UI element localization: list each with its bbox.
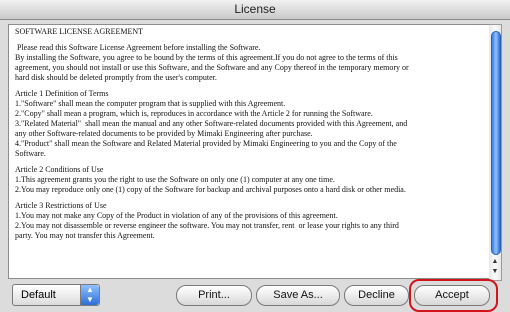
document-line: hard disk should be deleted promptly fro… [15, 73, 217, 82]
document-line: agreement, you should not install or use… [15, 63, 409, 72]
document-line: By installing the Software, you agree to… [15, 53, 398, 62]
decline-button[interactable]: Decline [344, 285, 409, 306]
document-line: any other Software-related documents to … [15, 129, 313, 138]
document-line: Software. [15, 149, 46, 158]
document-line: 3."Related Material" shall mean the manu… [15, 119, 408, 128]
scroll-down-arrow-icon[interactable]: ▼ [489, 267, 501, 277]
document-line: Article 1 Definition of Terms [15, 89, 109, 98]
document-line: SOFTWARE LICENSE AGREEMENT [15, 27, 143, 36]
document-line: 2.You may not disassemble or reverse eng… [15, 221, 399, 230]
accept-highlight-box [409, 279, 498, 312]
language-popup[interactable]: Default ▲ ▼ [12, 284, 100, 306]
vertical-scrollbar[interactable]: ▲ ▼ [489, 24, 502, 281]
document-line: 1.You may not make any Copy of the Produ… [15, 211, 338, 220]
document-line: 1."Software" shall mean the computer pro… [15, 99, 286, 108]
save-as-button[interactable]: Save As... [256, 285, 340, 306]
scrollbar-thumb[interactable] [491, 31, 501, 255]
document-line: 1.This agreement grants you the right to… [15, 175, 335, 184]
license-document: SOFTWARE LICENSE AGREEMENT Please read t… [15, 27, 483, 241]
license-text-area[interactable]: SOFTWARE LICENSE AGREEMENT Please read t… [8, 24, 490, 279]
language-popup-label: Default [21, 289, 56, 301]
document-line: Article 2 Conditions of Use [15, 165, 104, 174]
document-line: 2."Copy" shall mean a program, which is,… [15, 109, 373, 118]
scroll-up-arrow-icon[interactable]: ▲ [489, 257, 501, 267]
document-line: 2.You may reproduce only one (1) copy of… [15, 185, 406, 194]
document-line: Article 3 Restrictions of Use [15, 201, 107, 210]
document-line: Please read this Software License Agreem… [15, 43, 261, 52]
title-bar[interactable]: License [0, 0, 510, 20]
print-button[interactable]: Print... [176, 285, 252, 306]
document-line: 4."Product" shall mean the Software and … [15, 139, 397, 148]
popup-chevron-icon: ▲ ▼ [80, 285, 99, 305]
document-line: party. You may not transfer this Agreeme… [15, 231, 155, 240]
license-window: License SOFTWARE LICENSE AGREEMENT Pleas… [0, 0, 510, 312]
window-title: License [234, 2, 276, 16]
